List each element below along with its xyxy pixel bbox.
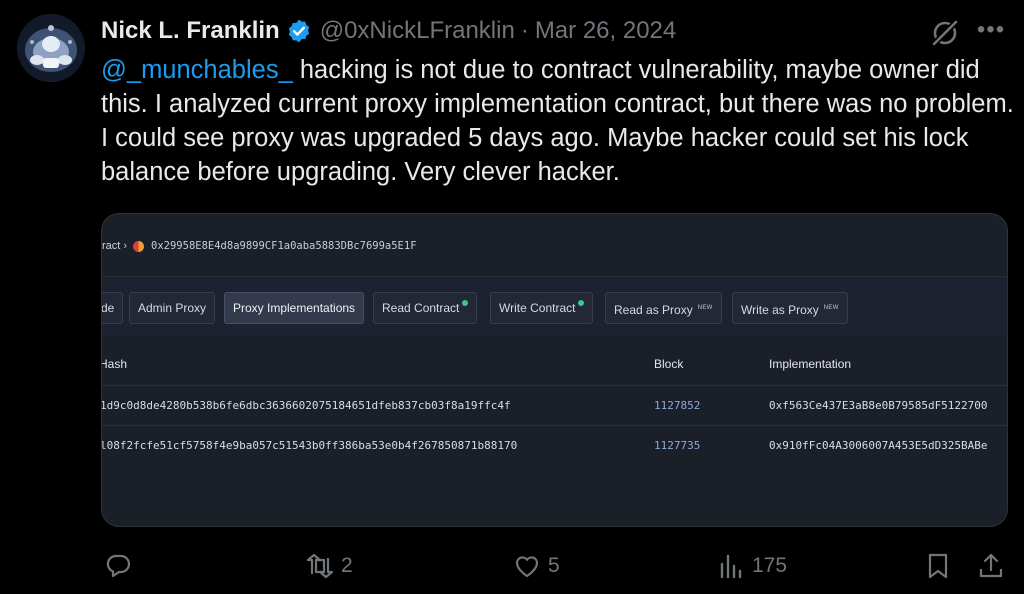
tx-hash: 1d9c0d8de4280b538b6fe6dbc363660207518465…: [101, 399, 511, 412]
tab-read-contract: Read Contract: [373, 292, 478, 324]
bookmark-button[interactable]: [923, 548, 953, 584]
table-row: 1d9c0d8de4280b538b6fe6dbc363660207518465…: [101, 385, 1007, 425]
new-badge: NEW: [823, 305, 839, 311]
tab-write-contract: Write Contract: [490, 292, 594, 324]
tab-proxy-implementations: Proxy Implementations: [224, 292, 365, 324]
attached-image[interactable]: ract › 0x29958E8E4d8a9899CF1a0aba5883DBc…: [101, 213, 1008, 527]
reply-icon: [106, 554, 131, 578]
tx-hash: l08f2fcfe51cf5758f4e9ba057c51543b0ff386b…: [101, 439, 518, 452]
implementation-address: 0xf563Ce437E3aB8e0B79585dF5122700: [769, 399, 988, 412]
verified-dot-icon: [462, 300, 469, 306]
action-bar: 2 5 175: [0, 548, 1024, 588]
column-block: Block: [654, 357, 684, 371]
implementation-address: 0x910fFc04A3006007A453E5dD325BABe: [769, 439, 988, 452]
avatar[interactable]: [17, 14, 85, 82]
tab-admin-proxy: Admin Proxy: [129, 292, 216, 324]
tweet-text: @_munchables_ hacking is not due to cont…: [101, 53, 1016, 189]
tab-code: de: [102, 292, 124, 324]
breadcrumb: ract › 0x29958E8E4d8a9899CF1a0aba5883DBc…: [102, 236, 417, 256]
retweet-icon: [306, 553, 334, 579]
column-hash: Hash: [101, 357, 128, 371]
table-header: Hash Block Implementation: [101, 347, 1007, 381]
tweet-header: Nick L. Franklin @0xNickLFranklin · Mar …: [101, 14, 676, 48]
breadcrumb-separator: ›: [123, 240, 128, 252]
share-button[interactable]: [976, 548, 1006, 584]
views-button[interactable]: 175: [716, 548, 787, 584]
breadcrumb-prefix: ract: [102, 240, 121, 252]
author-name[interactable]: Nick L. Franklin: [101, 17, 280, 45]
like-count: 5: [548, 554, 560, 577]
share-icon: [979, 553, 1003, 578]
block-number: 1127852: [654, 399, 701, 412]
mention-link[interactable]: @_munchables_: [101, 56, 293, 84]
retweet-button[interactable]: 2: [305, 548, 353, 584]
tweet-date[interactable]: Mar 26, 2024: [535, 17, 676, 45]
reply-button[interactable]: [103, 548, 139, 584]
block-number: 1127735: [654, 439, 701, 452]
view-count: 175: [752, 554, 788, 577]
verified-dot-icon: [578, 300, 585, 306]
table-row: l08f2fcfe51cf5758f4e9ba057c51543b0ff386b…: [101, 425, 1007, 465]
grok-icon[interactable]: [928, 16, 962, 50]
verified-badge-icon[interactable]: [286, 18, 312, 44]
token-icon: [133, 240, 145, 252]
tweet: Nick L. Franklin @0xNickLFranklin · Mar …: [0, 0, 1024, 594]
author-handle[interactable]: @0xNickLFranklin: [320, 17, 515, 45]
header-separator: ·: [520, 17, 529, 44]
heart-icon: [515, 556, 539, 578]
analytics-icon: [720, 554, 742, 579]
tab-write-as-proxy: Write as Proxy NEW: [732, 292, 848, 324]
column-implementation: Implementation: [769, 357, 852, 371]
contract-address: 0x29958E8E4d8a9899CF1a0aba5883DBc7699a5E…: [151, 240, 417, 252]
bookmark-icon: [928, 553, 948, 579]
like-button[interactable]: 5: [512, 548, 560, 584]
more-options-icon[interactable]: •••: [974, 18, 1008, 44]
new-badge: NEW: [697, 305, 713, 311]
contract-tabs: de Admin Proxy Proxy Implementations Rea…: [102, 276, 1007, 336]
explorer-screenshot: ract › 0x29958E8E4d8a9899CF1a0aba5883DBc…: [101, 214, 1007, 526]
retweet-count: 2: [341, 554, 353, 577]
tab-read-as-proxy: Read as Proxy NEW: [605, 292, 722, 324]
